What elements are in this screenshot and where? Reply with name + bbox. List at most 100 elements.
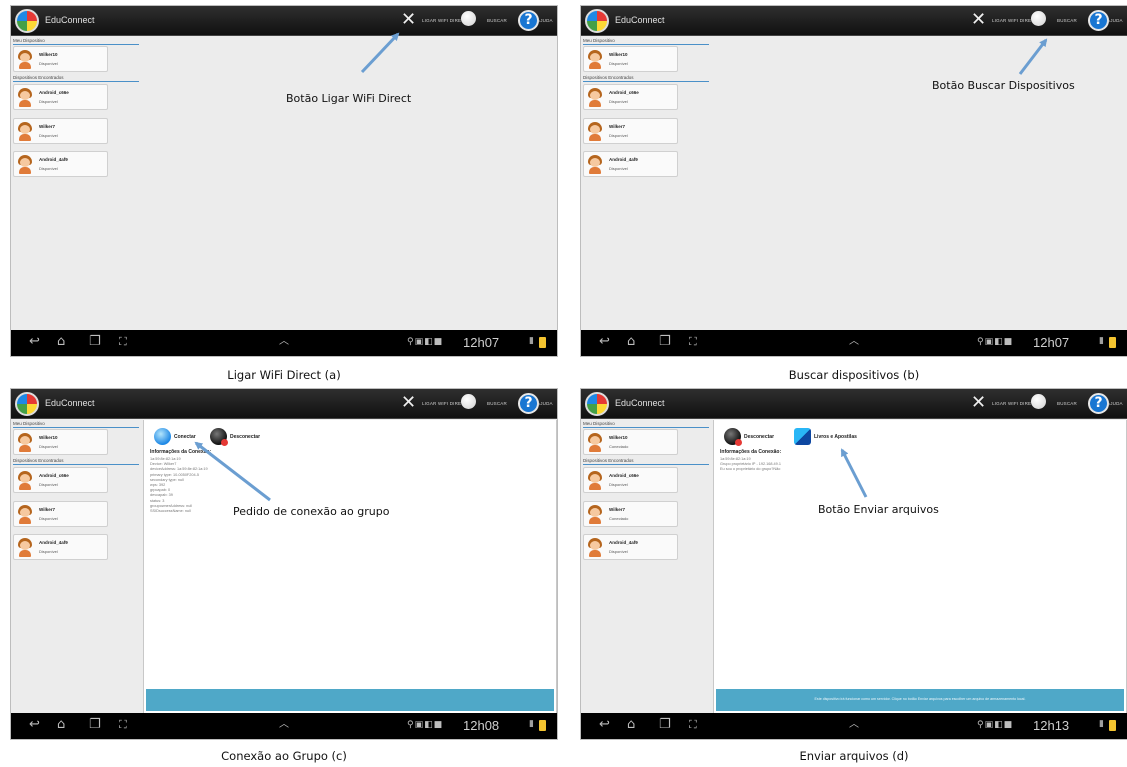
device-name: Android_4af9: [39, 540, 68, 545]
tools-icon[interactable]: ✕: [971, 393, 986, 413]
disconnect-icon: [210, 428, 228, 446]
my-device-item[interactable]: Wilker10 Disponível: [13, 429, 108, 455]
device-list: Meu Dispositivo Wilker10 Disponível Disp…: [11, 420, 141, 713]
device-item[interactable]: Android_c66e Disponível: [583, 467, 678, 493]
device-item[interactable]: Wilker7 Disponível: [13, 118, 108, 144]
buscar-button[interactable]: BUSCAR: [1057, 18, 1077, 23]
tools-icon[interactable]: ✕: [971, 10, 986, 30]
chevron-up-icon[interactable]: ︿: [279, 335, 289, 349]
connection-detail-pane: Conectar Desconectar Informações da Cone…: [143, 420, 557, 713]
device-item[interactable]: Android_c66e Disponível: [583, 84, 678, 110]
eduConnect-logo-icon: [15, 9, 39, 33]
device-status: Disponível: [609, 61, 628, 66]
status-icons: ⚲▣◧■: [407, 720, 444, 730]
screenshot-icon[interactable]: ⛶: [689, 335, 697, 349]
buscar-button[interactable]: BUSCAR: [487, 401, 507, 406]
chevron-up-icon[interactable]: ︿: [849, 718, 859, 732]
signal-icon: ▮: [1099, 719, 1104, 729]
status-icons: ⚲▣◧■: [977, 720, 1014, 730]
help-icon[interactable]: ?: [518, 10, 539, 31]
search-icon[interactable]: [461, 11, 476, 26]
back-icon[interactable]: ↩: [29, 718, 40, 732]
status-icons: ⚲▣◧■: [977, 337, 1014, 347]
avatar-icon: [17, 122, 33, 141]
my-device-item[interactable]: Wilker10 Conectado: [583, 429, 678, 455]
buscar-button[interactable]: BUSCAR: [487, 18, 507, 23]
search-icon[interactable]: [1031, 11, 1046, 26]
avatar-icon: [587, 88, 603, 107]
device-item[interactable]: Android_c66e Disponível: [13, 84, 108, 110]
clock: 12h07: [463, 335, 500, 350]
device-name: Wilker7: [39, 507, 55, 512]
help-icon[interactable]: ?: [1088, 10, 1109, 31]
device-status: Disponível: [609, 482, 628, 487]
recent-apps-icon[interactable]: ❐: [89, 718, 101, 732]
device-item[interactable]: Android_4af9 Disponível: [13, 151, 108, 177]
caption-d: Enviar arquivos (d): [799, 749, 909, 763]
ajuda-button[interactable]: AJUDA: [537, 401, 553, 406]
status-footer-bar: Este dispositivo irá funcionar como um s…: [716, 689, 1124, 711]
avatar-icon: [587, 471, 603, 490]
device-name: Android_c66e: [39, 90, 69, 95]
disconnect-button[interactable]: Desconectar: [724, 428, 794, 448]
my-device-header: Meu Dispositivo: [583, 421, 709, 428]
signal-icon: ▮: [529, 719, 534, 729]
home-icon[interactable]: ⌂: [627, 718, 635, 732]
search-icon[interactable]: [461, 394, 476, 409]
screenshot-icon[interactable]: ⛶: [119, 718, 127, 732]
recent-apps-icon[interactable]: ❐: [89, 335, 101, 349]
battery-icon: [539, 720, 546, 731]
app-title: EduConnect: [45, 15, 95, 25]
back-icon[interactable]: ↩: [599, 718, 610, 732]
found-devices-header: Dispositivos Encontrados: [13, 75, 139, 82]
device-name: Android_c66e: [39, 473, 69, 478]
avatar-icon: [17, 538, 33, 557]
screenshot-icon[interactable]: ⛶: [689, 718, 697, 732]
device-item[interactable]: Android_4af9 Disponível: [583, 151, 678, 177]
device-status: Conectado: [609, 444, 629, 449]
help-icon[interactable]: ?: [518, 393, 539, 414]
device-item[interactable]: Wilker7 Disponível: [13, 501, 108, 527]
buscar-button[interactable]: BUSCAR: [1057, 401, 1077, 406]
tools-icon[interactable]: ✕: [401, 10, 416, 30]
avatar-icon: [17, 471, 33, 490]
device-item[interactable]: Android_c66e Disponível: [13, 467, 108, 493]
ajuda-button[interactable]: AJUDA: [1107, 18, 1123, 23]
help-icon[interactable]: ?: [1088, 393, 1109, 414]
device-status: Disponível: [39, 133, 58, 138]
tools-icon[interactable]: ✕: [401, 393, 416, 413]
ajuda-button[interactable]: AJUDA: [1107, 401, 1123, 406]
battery-icon: [1109, 337, 1116, 348]
avatar-icon: [587, 538, 603, 557]
found-devices-header: Dispositivos Encontrados: [583, 75, 709, 82]
connect-icon: [154, 428, 171, 445]
device-item[interactable]: Android_4af9 Disponível: [13, 534, 108, 560]
device-name: Wilker7: [39, 124, 55, 129]
device-status: Disponível: [39, 444, 58, 449]
search-icon[interactable]: [1031, 394, 1046, 409]
found-devices-header: Dispositivos Encontrados: [583, 458, 709, 465]
recent-apps-icon[interactable]: ❐: [659, 718, 671, 732]
status-icons: ⚲▣◧■: [407, 337, 444, 347]
disconnect-label: Desconectar: [230, 434, 261, 440]
home-icon[interactable]: ⌂: [627, 335, 635, 349]
home-icon[interactable]: ⌂: [57, 335, 65, 349]
recent-apps-icon[interactable]: ❐: [659, 335, 671, 349]
device-item[interactable]: Wilker7 Conectado: [583, 501, 678, 527]
chevron-up-icon[interactable]: ︿: [849, 335, 859, 349]
enviar-arquivos-button[interactable]: Livros e Apostilas: [794, 428, 874, 448]
my-device-item[interactable]: Wilker10 Disponível: [13, 46, 108, 72]
device-item[interactable]: Android_4af9 Disponível: [583, 534, 678, 560]
connect-button[interactable]: Conectar: [154, 428, 212, 448]
back-icon[interactable]: ↩: [599, 335, 610, 349]
device-status: Conectado: [609, 516, 629, 521]
ajuda-button[interactable]: AJUDA: [537, 18, 553, 23]
screenshot-icon[interactable]: ⛶: [119, 335, 127, 349]
device-item[interactable]: Wilker7 Disponível: [583, 118, 678, 144]
home-icon[interactable]: ⌂: [57, 718, 65, 732]
disconnect-button[interactable]: Desconectar: [210, 428, 280, 448]
chevron-up-icon[interactable]: ︿: [279, 718, 289, 732]
files-label: Livros e Apostilas: [814, 434, 857, 440]
back-icon[interactable]: ↩: [29, 335, 40, 349]
my-device-item[interactable]: Wilker10 Disponível: [583, 46, 678, 72]
